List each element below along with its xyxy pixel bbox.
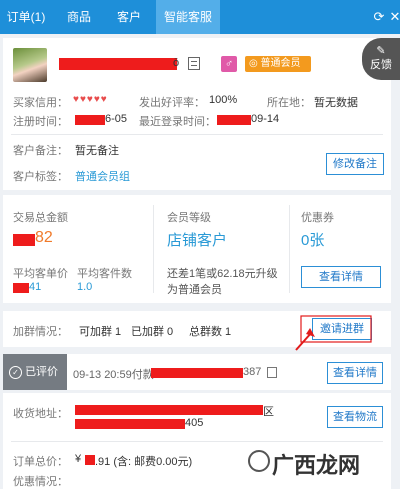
avg-price-suffix: 41 [29, 281, 42, 293]
view-details-button[interactable]: 查看详情 [301, 266, 381, 288]
discount-label: 优惠情况： [13, 476, 68, 488]
order-total-label: 订单总价： [13, 456, 68, 468]
upgrade-text-line1: 还差1笔或62.18元升级 [167, 268, 278, 280]
redacted-address-1 [75, 405, 263, 415]
tab-products[interactable]: 商品 [56, 0, 102, 34]
member-level-value: 店铺客户 [167, 232, 228, 249]
redacted-avg-price [13, 283, 29, 293]
address-suffix-2: 405 [185, 417, 204, 429]
refresh-icon[interactable]: ⟳ [372, 10, 386, 24]
coupon-value: 0张 [301, 232, 325, 249]
stats-card: 交易总金额 82 平均客单价 41 平均客件数 1.0 会员等级 店铺客户 还差… [3, 195, 391, 303]
customer-profile-card: ō ♂ ◎ 普通会员 买家信用： ♥♥♥♥♥ 发出好评率： 100% 所在地： … [3, 38, 391, 190]
group-row: 加群情况： 可加群 1 已加群 0 总群数 1 邀请进群 [3, 311, 391, 347]
column-divider [289, 205, 290, 293]
reg-time-label: 注册时间： [13, 116, 68, 128]
tab-orders[interactable]: 订单(1) [0, 0, 52, 34]
order-total-prefix: ¥ [75, 453, 82, 465]
membership-badge: ◎ 普通会员 [245, 56, 311, 72]
column-divider [153, 205, 154, 293]
redacted-total-price [85, 455, 95, 465]
gender-icon: ♂ [221, 56, 237, 72]
tab-smart-service[interactable]: 智能客服 [156, 0, 220, 34]
top-tab-bar: 订单(1) 商品 客户 智能客服 ⟳ ✕ [0, 0, 400, 34]
redacted-last-login [217, 115, 251, 125]
medal-icon: ◎ [249, 58, 258, 69]
credit-label: 买家信用： [13, 97, 68, 109]
order-id-suffix: 387 [243, 366, 262, 378]
total-amount-suffix: 82 [35, 229, 53, 246]
redacted-total [13, 234, 35, 246]
divider [11, 441, 383, 442]
redacted-order-id [151, 368, 243, 378]
feedback-label: 反馈 [370, 59, 392, 71]
order-card-header: ✓ 已评价 09-13 20:59付款 387 查看详情 [3, 354, 391, 390]
group-label: 加群情况： [13, 326, 68, 338]
watermark: 广西龙网 [248, 446, 372, 480]
reg-time-suffix: 6-05 [105, 113, 128, 125]
member-level-label: 会员等级 [167, 212, 211, 224]
total-amount-label: 交易总金额 [13, 212, 68, 224]
watermark-logo-icon [248, 450, 270, 472]
avg-count-label: 平均客件数 [77, 268, 132, 280]
watermark-text: 广西龙网 [272, 453, 361, 478]
view-logistics-button[interactable]: 查看物流 [327, 406, 383, 428]
order-total-value: .91 (含: 邮费0.00元) [95, 456, 193, 468]
good-rate-value: 100% [209, 94, 238, 106]
avg-count-value: 1.0 [77, 281, 93, 293]
note-value: 暂无备注 [75, 145, 119, 157]
credit-hearts: ♥♥♥♥♥ [73, 94, 108, 105]
upgrade-text-line2: 为普通会员 [167, 284, 222, 296]
settings-icon[interactable]: ✕ [388, 10, 400, 24]
redacted-address-2 [75, 419, 185, 429]
tag-label: 客户标签： [13, 171, 68, 183]
name-suffix: ō [173, 57, 180, 69]
check-circle-icon: ✓ [9, 365, 22, 379]
avg-price-label: 平均客单价 [13, 268, 68, 280]
last-login-suffix: 09-14 [251, 113, 280, 125]
view-order-details-button[interactable]: 查看详情 [327, 362, 383, 384]
tag-value[interactable]: 普通会员组 [75, 168, 130, 184]
status-badge: ✓ 已评价 [3, 354, 67, 390]
address-suffix-1: 区 [263, 406, 274, 418]
can-join-count: 可加群 1 [79, 326, 122, 338]
status-badge-label: 已评价 [25, 366, 59, 378]
joined-count: 已加群 0 [131, 326, 174, 338]
edit-note-button[interactable]: 修改备注 [326, 153, 384, 175]
location-label: 所在地： [267, 97, 311, 109]
coupon-label: 优惠券 [301, 212, 334, 224]
copy-icon[interactable] [267, 367, 277, 378]
divider [11, 134, 383, 135]
invite-to-group-button[interactable]: 邀请进群 [312, 318, 372, 340]
location-value: 暂无数据 [314, 97, 358, 109]
good-rate-label: 发出好评率： [139, 97, 205, 109]
total-groups: 总群数 1 [189, 326, 232, 338]
avatar [13, 48, 47, 82]
order-time: 09-13 20:59付款 [73, 369, 154, 381]
last-login-label: 最近登录时间： [139, 116, 216, 128]
membership-label: 普通会员 [260, 58, 301, 69]
tab-customers[interactable]: 客户 [106, 0, 152, 34]
address-label: 收货地址： [13, 408, 68, 420]
note-label: 客户备注： [13, 145, 68, 157]
redacted-name [59, 58, 177, 70]
edit-icon: ✎ [376, 45, 386, 57]
feedback-button[interactable]: ✎ 反馈 [362, 38, 400, 80]
redacted-reg-date [75, 115, 105, 125]
copy-icon[interactable] [188, 57, 200, 70]
